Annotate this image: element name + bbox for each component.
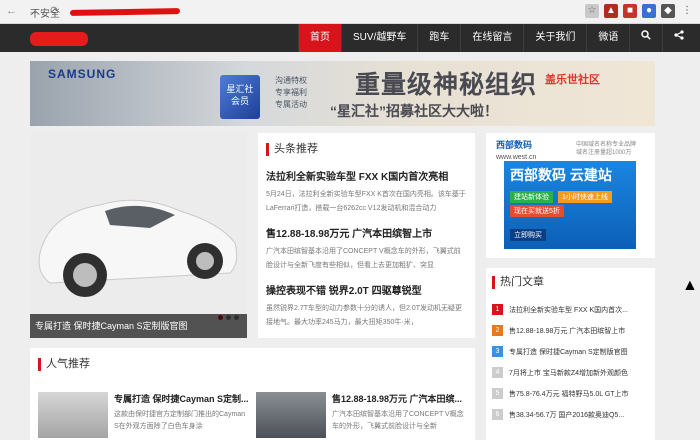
ad-buy-button[interactable]: 立即购买 — [510, 229, 546, 241]
nav-item-sportscar[interactable]: 跑车 — [417, 24, 460, 52]
headline-item[interactable]: 售12.88-18.98万元 广汽本田缤智上市 广汽本田缤智基本沿用了CONCE… — [266, 225, 467, 273]
nav-item-about[interactable]: 关于我们 — [523, 24, 586, 52]
popular-item[interactable]: 专属打造 保时捷Cayman S定制... 这款由保时捷官方定制部门推出的Cay… — [38, 392, 249, 438]
ad-brand-name: 西部数码 — [496, 140, 533, 150]
banner-headline: 重量级神秘组织 — [355, 71, 538, 99]
ad-brand-sub: 中国域名名称专业品牌 域名注册量超1000万 — [576, 142, 637, 156]
popular-items: 专属打造 保时捷Cayman S定制... 这款由保时捷官方定制部门推出的Cay… — [38, 392, 468, 438]
nav-item-messages[interactable]: 在线留言 — [460, 24, 523, 52]
extension-icon[interactable]: ■ — [623, 4, 637, 18]
headline-desc: 虽然锐界2.7T车型的动力参数十分的诱人，但2.0T发动机无疑更接地气。最大功率… — [266, 305, 463, 326]
hot-articles-panel: 热门文章 1 法拉利全新实验车型 FXX K国内首次... 2 售12.88-18.… — [486, 268, 655, 440]
hot-item[interactable]: 1 法拉利全新实验车型 FXX K国内首次... — [492, 299, 649, 320]
hot-list: 1 法拉利全新实验车型 FXX K国内首次... 2 售12.88-18.98万元 … — [492, 299, 649, 425]
extension-icon-3[interactable]: ◆ — [661, 4, 675, 18]
popular-item-desc: 这款由保时捷官方定制部门推出的Cayman S在外观方面除了白色车身涂 — [114, 411, 246, 430]
browser-address-bar: ← → ⟳ 不安全 ☆ ▲ ■ ● ◆ ⋮ — [0, 0, 700, 24]
member-card: 星汇社 会员 — [220, 75, 260, 119]
search-icon[interactable] — [629, 24, 662, 52]
extension-icon-2[interactable]: ● — [642, 4, 656, 18]
car-image — [30, 133, 247, 338]
ad-tag: 现在买就送5折 — [510, 205, 564, 217]
popular-thumbnail[interactable] — [38, 392, 108, 438]
perk-3: 专属活动 — [275, 100, 307, 109]
popular-item-title[interactable]: 专属打造 保时捷Cayman S定制... — [114, 392, 249, 405]
popular-title: 人气推荐 — [38, 358, 467, 371]
nav-item-suv[interactable]: SUV/越野车 — [341, 24, 417, 52]
banner-ad[interactable]: SAMSUNG 星汇社 会员 沟通特权 专享福利 专属活动 重量级神秘组织 “星… — [30, 61, 655, 126]
ad-product-panel[interactable]: 西部数码 云建站 建站新体验 1小时快速上线 现在买就送5折 立即购买 — [504, 161, 636, 249]
hot-item-text[interactable]: 7月将上市 宝马新款Z4增加新外观颜色 — [509, 368, 628, 378]
headline-item[interactable]: 法拉利全新实验车型 FXX K国内首次亮相 5月24日，法拉利全新实验车型FXX… — [266, 168, 467, 216]
star-icon[interactable]: ☆ — [585, 4, 599, 18]
hot-item[interactable]: 3 专属打造 保时捷Cayman S定制版官图 — [492, 341, 649, 362]
browser-toolbar: ☆ ▲ ■ ● ◆ ⋮ — [585, 4, 694, 18]
hot-item[interactable]: 6 售38.34-56.7万 国产2016款奥迪Q5... — [492, 404, 649, 425]
rank-badge: 5 — [492, 388, 503, 399]
headline-title[interactable]: 操控表现不错 锐界2.0T 四驱尊锐型 — [266, 282, 467, 297]
headline-desc: 5月24日，法拉利全新实验车型FXX K首次在国内亮相。该车基于LaFerrar… — [266, 191, 466, 212]
popular-thumbnail[interactable] — [256, 392, 326, 438]
perk-1: 沟通特权 — [275, 76, 307, 85]
hot-item-text[interactable]: 法拉利全新实验车型 FXX K国内首次... — [509, 305, 628, 315]
hot-item[interactable]: 4 7月将上市 宝马新款Z4增加新外观颜色 — [492, 362, 649, 383]
headline-title[interactable]: 法拉利全新实验车型 FXX K国内首次亮相 — [266, 168, 467, 183]
featured-slider[interactable]: 专属打造 保时捷Cayman S定制版官图 — [30, 133, 247, 338]
redacted-url[interactable] — [69, 8, 181, 16]
scroll-up-icon[interactable]: ▲ — [682, 278, 698, 294]
rank-badge: 4 — [492, 367, 503, 378]
rank-badge: 3 — [492, 346, 503, 357]
hot-item-text[interactable]: 售75.8-76.4万元 福特野马5.0L GT上市 — [509, 389, 629, 399]
nav-item-microblog[interactable]: 微语 — [586, 24, 629, 52]
ad-tag: 1小时快速上线 — [558, 191, 612, 203]
perk-2: 专享福利 — [275, 88, 307, 97]
pdf-icon[interactable]: ▲ — [604, 4, 618, 18]
site-logo[interactable] — [30, 32, 88, 46]
popular-item-title[interactable]: 售12.88-18.98万元 广汽本田缤... — [332, 392, 466, 405]
ad-tag: 建站新体验 — [510, 191, 553, 203]
site-navbar: 首页 SUV/越野车 跑车 在线留言 关于我们 微语 — [0, 24, 700, 52]
rank-badge: 1 — [492, 304, 503, 315]
popular-panel: 人气推荐 专属打造 保时捷Cayman S定制... 这款由保时捷官方定制部门推… — [30, 348, 475, 440]
rank-badge: 6 — [492, 409, 503, 420]
headlines-panel: 头条推荐 法拉利全新实验车型 FXX K国内首次亮相 5月24日，法拉利全新实验… — [258, 133, 475, 338]
hot-item-text[interactable]: 售12.88-18.98万元 广汽本田缤智上市 — [509, 326, 625, 336]
headline-desc: 广汽本田缤智基本沿用了CONCEPT V概念车的外形，飞翼式前脸设计与全新飞度有… — [266, 248, 461, 269]
main-menu: 首页 SUV/越野车 跑车 在线留言 关于我们 微语 — [298, 24, 695, 52]
rank-badge: 2 — [492, 325, 503, 336]
banner-perks: 沟通特权 专享福利 专属活动 — [275, 75, 307, 111]
banner-subheadline: “星汇社”招募社区大大啦！ — [330, 103, 498, 119]
banner-brand: SAMSUNG — [48, 67, 117, 81]
hot-item-text[interactable]: 专属打造 保时捷Cayman S定制版官图 — [509, 347, 628, 357]
popular-item[interactable]: 售12.88-18.98万元 广汽本田缤... 广汽本田缤智基本沿用了CONCE… — [256, 392, 466, 438]
member-card-text: 星汇社 会员 — [226, 84, 254, 106]
ad-brand-url: www.west.cn — [496, 154, 537, 161]
security-label: 不安全 — [30, 9, 60, 20]
share-icon[interactable] — [662, 24, 695, 52]
hot-item-text[interactable]: 售38.34-56.7万 国产2016款奥迪Q5... — [509, 410, 624, 420]
hot-title: 热门文章 — [492, 276, 649, 289]
headlines-title: 头条推荐 — [266, 143, 467, 156]
slider-caption[interactable]: 专属打造 保时捷Cayman S定制版官图 — [30, 314, 247, 338]
ad-product-title: 西部数码 云建站 — [510, 167, 612, 183]
menu-icon[interactable]: ⋮ — [680, 4, 694, 18]
nav-item-home[interactable]: 首页 — [298, 24, 341, 52]
headline-item[interactable]: 操控表现不错 锐界2.0T 四驱尊锐型 虽然锐界2.7T车型的动力参数十分的诱人… — [266, 282, 467, 330]
popular-item-desc: 广汽本田缤智基本沿用了CONCEPT V概念车的外形，飞翼式前脸设计与全新 — [332, 411, 464, 430]
banner-community: 盖乐世社区 — [545, 74, 600, 86]
sidebar-ad[interactable]: 西部数码 www.west.cn 中国域名名称专业品牌 域名注册量超1000万 … — [486, 133, 655, 258]
hot-item[interactable]: 2 售12.88-18.98万元 广汽本田缤智上市 — [492, 320, 649, 341]
headline-title[interactable]: 售12.88-18.98万元 广汽本田缤智上市 — [266, 225, 467, 240]
hot-item[interactable]: 5 售75.8-76.4万元 福特野马5.0L GT上市 — [492, 383, 649, 404]
